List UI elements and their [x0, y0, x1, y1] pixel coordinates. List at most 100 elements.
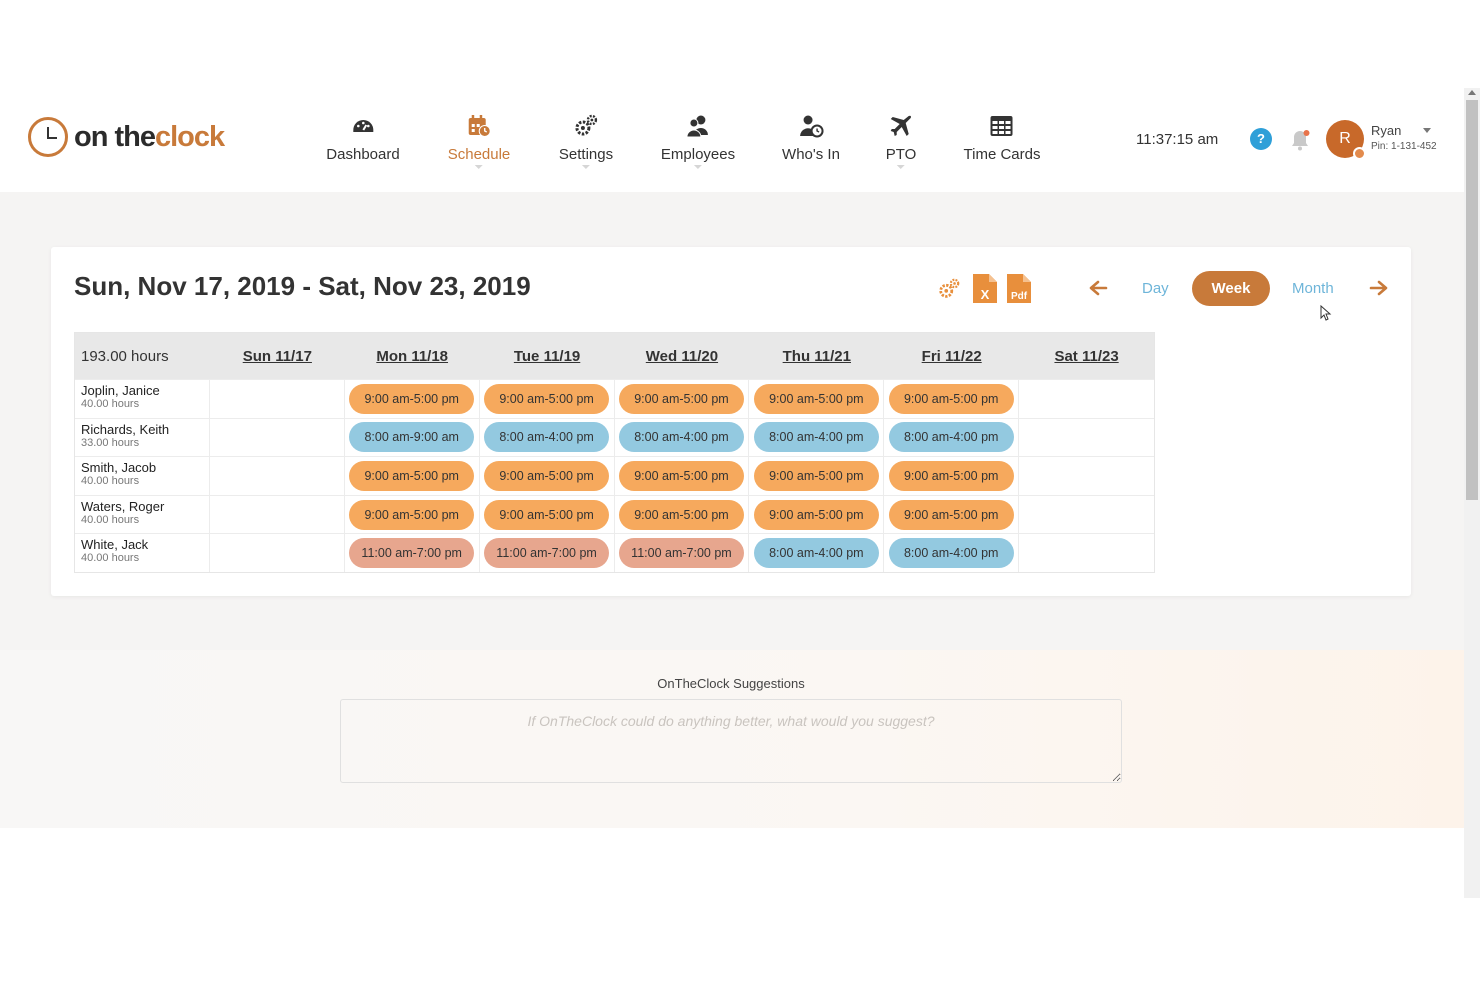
- shift-pill[interactable]: 9:00 am-5:00 pm: [484, 499, 610, 530]
- nav-whos-in[interactable]: Who's In: [782, 113, 840, 163]
- shift-pill[interactable]: 9:00 am-5:00 pm: [753, 383, 879, 414]
- day-cell[interactable]: 9:00 am-5:00 pm: [884, 457, 1020, 495]
- shift-pill[interactable]: 8:00 am-4:00 pm: [618, 422, 744, 453]
- day-cell[interactable]: 11:00 am-7:00 pm: [615, 534, 750, 572]
- next-week-arrow-icon[interactable]: [1369, 277, 1389, 299]
- shift-pill[interactable]: 9:00 am-5:00 pm: [888, 460, 1014, 491]
- shift-pill[interactable]: 8:00 am-4:00 pm: [888, 422, 1014, 453]
- day-cell[interactable]: 9:00 am-5:00 pm: [615, 380, 750, 418]
- day-cell[interactable]: 9:00 am-5:00 pm: [345, 457, 480, 495]
- shift-pill[interactable]: 9:00 am-5:00 pm: [484, 460, 610, 491]
- day-cell[interactable]: [1019, 496, 1154, 534]
- employee-cell[interactable]: Joplin, Janice 40.00 hours: [75, 380, 210, 418]
- help-icon[interactable]: ?: [1250, 128, 1272, 150]
- nav-schedule[interactable]: Schedule: [448, 113, 510, 169]
- employee-cell[interactable]: Richards, Keith 33.00 hours: [75, 418, 210, 457]
- day-cell[interactable]: 8:00 am-4:00 pm: [884, 534, 1020, 572]
- scrollbar-thumb[interactable]: [1466, 100, 1478, 500]
- day-cell[interactable]: 9:00 am-5:00 pm: [615, 457, 750, 495]
- view-month-button[interactable]: Month: [1292, 280, 1334, 297]
- day-cell[interactable]: 9:00 am-5:00 pm: [884, 380, 1020, 418]
- nav-time-cards[interactable]: Time Cards: [964, 113, 1040, 163]
- day-cell[interactable]: 8:00 am-4:00 pm: [749, 534, 885, 572]
- shift-pill[interactable]: 9:00 am-5:00 pm: [753, 499, 879, 530]
- user-name[interactable]: Ryan: [1371, 123, 1401, 138]
- page-scrollbar[interactable]: [1464, 88, 1480, 898]
- employee-cell[interactable]: Waters, Roger 40.00 hours: [75, 495, 210, 534]
- scroll-up-arrow-icon[interactable]: [1468, 90, 1476, 95]
- shift-pill[interactable]: 9:00 am-5:00 pm: [753, 460, 879, 491]
- day-cell[interactable]: 8:00 am-4:00 pm: [615, 418, 750, 457]
- shift-pill[interactable]: 11:00 am-7:00 pm: [618, 538, 744, 569]
- day-header[interactable]: Tue 11/19: [480, 348, 615, 365]
- day-cell[interactable]: 8:00 am-4:00 pm: [884, 418, 1020, 457]
- day-cell[interactable]: [210, 380, 345, 418]
- day-cell[interactable]: 8:00 am-9:00 am: [345, 418, 480, 457]
- shift-pill[interactable]: 9:00 am-5:00 pm: [888, 383, 1014, 414]
- day-cell[interactable]: [210, 534, 345, 572]
- day-cell[interactable]: [210, 495, 345, 534]
- schedule-settings-gears-icon[interactable]: [937, 277, 961, 301]
- nav-dashboard[interactable]: Dashboard: [326, 113, 400, 163]
- day-header[interactable]: Thu 11/21: [749, 348, 884, 365]
- shift-pill[interactable]: 9:00 am-5:00 pm: [618, 460, 744, 491]
- day-cell[interactable]: 11:00 am-7:00 pm: [480, 534, 615, 572]
- nav-employees[interactable]: Employees: [661, 113, 735, 169]
- day-cell[interactable]: 8:00 am-4:00 pm: [749, 418, 885, 457]
- bell-icon[interactable]: [1288, 128, 1312, 152]
- excel-export-icon[interactable]: X: [971, 272, 999, 305]
- day-cell[interactable]: 9:00 am-5:00 pm: [615, 495, 750, 534]
- employee-cell[interactable]: White, Jack 40.00 hours: [75, 534, 210, 572]
- shift-pill[interactable]: 8:00 am-4:00 pm: [484, 422, 610, 453]
- day-cell[interactable]: [1019, 457, 1154, 495]
- day-cell[interactable]: [1019, 534, 1154, 572]
- shift-pill[interactable]: 9:00 am-5:00 pm: [618, 499, 744, 530]
- gears-icon: [575, 114, 598, 136]
- shift-pill[interactable]: 8:00 am-4:00 pm: [753, 538, 879, 569]
- user-menu-caret-icon[interactable]: [1423, 128, 1431, 133]
- shift-pill[interactable]: 9:00 am-5:00 pm: [349, 383, 475, 414]
- day-cell[interactable]: 9:00 am-5:00 pm: [345, 495, 480, 534]
- logo[interactable]: on theclock: [28, 117, 225, 157]
- shift-pill[interactable]: 9:00 am-5:00 pm: [349, 460, 475, 491]
- shift-pill[interactable]: 11:00 am-7:00 pm: [484, 538, 610, 569]
- day-cell[interactable]: [1019, 419, 1154, 457]
- day-cell[interactable]: [210, 457, 345, 495]
- day-cell[interactable]: [210, 418, 345, 457]
- suggestions-textarea[interactable]: [340, 699, 1122, 783]
- employee-name: White, Jack: [81, 537, 149, 553]
- day-header[interactable]: Mon 11/18: [345, 348, 480, 365]
- day-cell[interactable]: 9:00 am-5:00 pm: [749, 457, 885, 495]
- shift-pill[interactable]: 8:00 am-4:00 pm: [753, 422, 879, 453]
- shift-pill[interactable]: 9:00 am-5:00 pm: [484, 383, 610, 414]
- day-header[interactable]: Fri 11/22: [884, 348, 1019, 365]
- day-cell[interactable]: 9:00 am-5:00 pm: [480, 457, 615, 495]
- shift-pill[interactable]: 8:00 am-9:00 am: [349, 422, 475, 453]
- nav-settings[interactable]: Settings: [559, 113, 613, 169]
- logo-text-part1: on the: [74, 120, 156, 153]
- day-cell[interactable]: 9:00 am-5:00 pm: [749, 495, 885, 534]
- shift-pill[interactable]: 9:00 am-5:00 pm: [618, 383, 744, 414]
- day-header[interactable]: Sat 11/23: [1019, 348, 1154, 365]
- day-cell[interactable]: 9:00 am-5:00 pm: [480, 380, 615, 418]
- day-header[interactable]: Wed 11/20: [615, 348, 750, 365]
- day-cell[interactable]: 8:00 am-4:00 pm: [480, 418, 615, 457]
- view-week-button[interactable]: Week: [1192, 271, 1270, 306]
- day-cell[interactable]: 9:00 am-5:00 pm: [480, 495, 615, 534]
- view-day-button[interactable]: Day: [1142, 280, 1169, 297]
- pdf-export-icon[interactable]: Pdf: [1005, 272, 1033, 305]
- day-cell[interactable]: 9:00 am-5:00 pm: [345, 380, 480, 418]
- employee-cell[interactable]: Smith, Jacob 40.00 hours: [75, 457, 210, 495]
- shift-pill[interactable]: 9:00 am-5:00 pm: [349, 499, 475, 530]
- nav-pto[interactable]: PTO: [886, 113, 916, 169]
- day-cell[interactable]: 11:00 am-7:00 pm: [345, 534, 480, 572]
- shift-pill[interactable]: 11:00 am-7:00 pm: [349, 538, 475, 569]
- shift-pill[interactable]: 9:00 am-5:00 pm: [888, 499, 1014, 530]
- previous-week-arrow-icon[interactable]: [1088, 277, 1108, 299]
- shift-pill[interactable]: 8:00 am-4:00 pm: [888, 538, 1014, 569]
- day-cell[interactable]: 9:00 am-5:00 pm: [884, 495, 1020, 534]
- day-cell[interactable]: 9:00 am-5:00 pm: [749, 380, 885, 418]
- day-cell[interactable]: [1019, 380, 1154, 418]
- day-header[interactable]: Sun 11/17: [210, 348, 345, 365]
- avatar[interactable]: R: [1326, 120, 1366, 160]
